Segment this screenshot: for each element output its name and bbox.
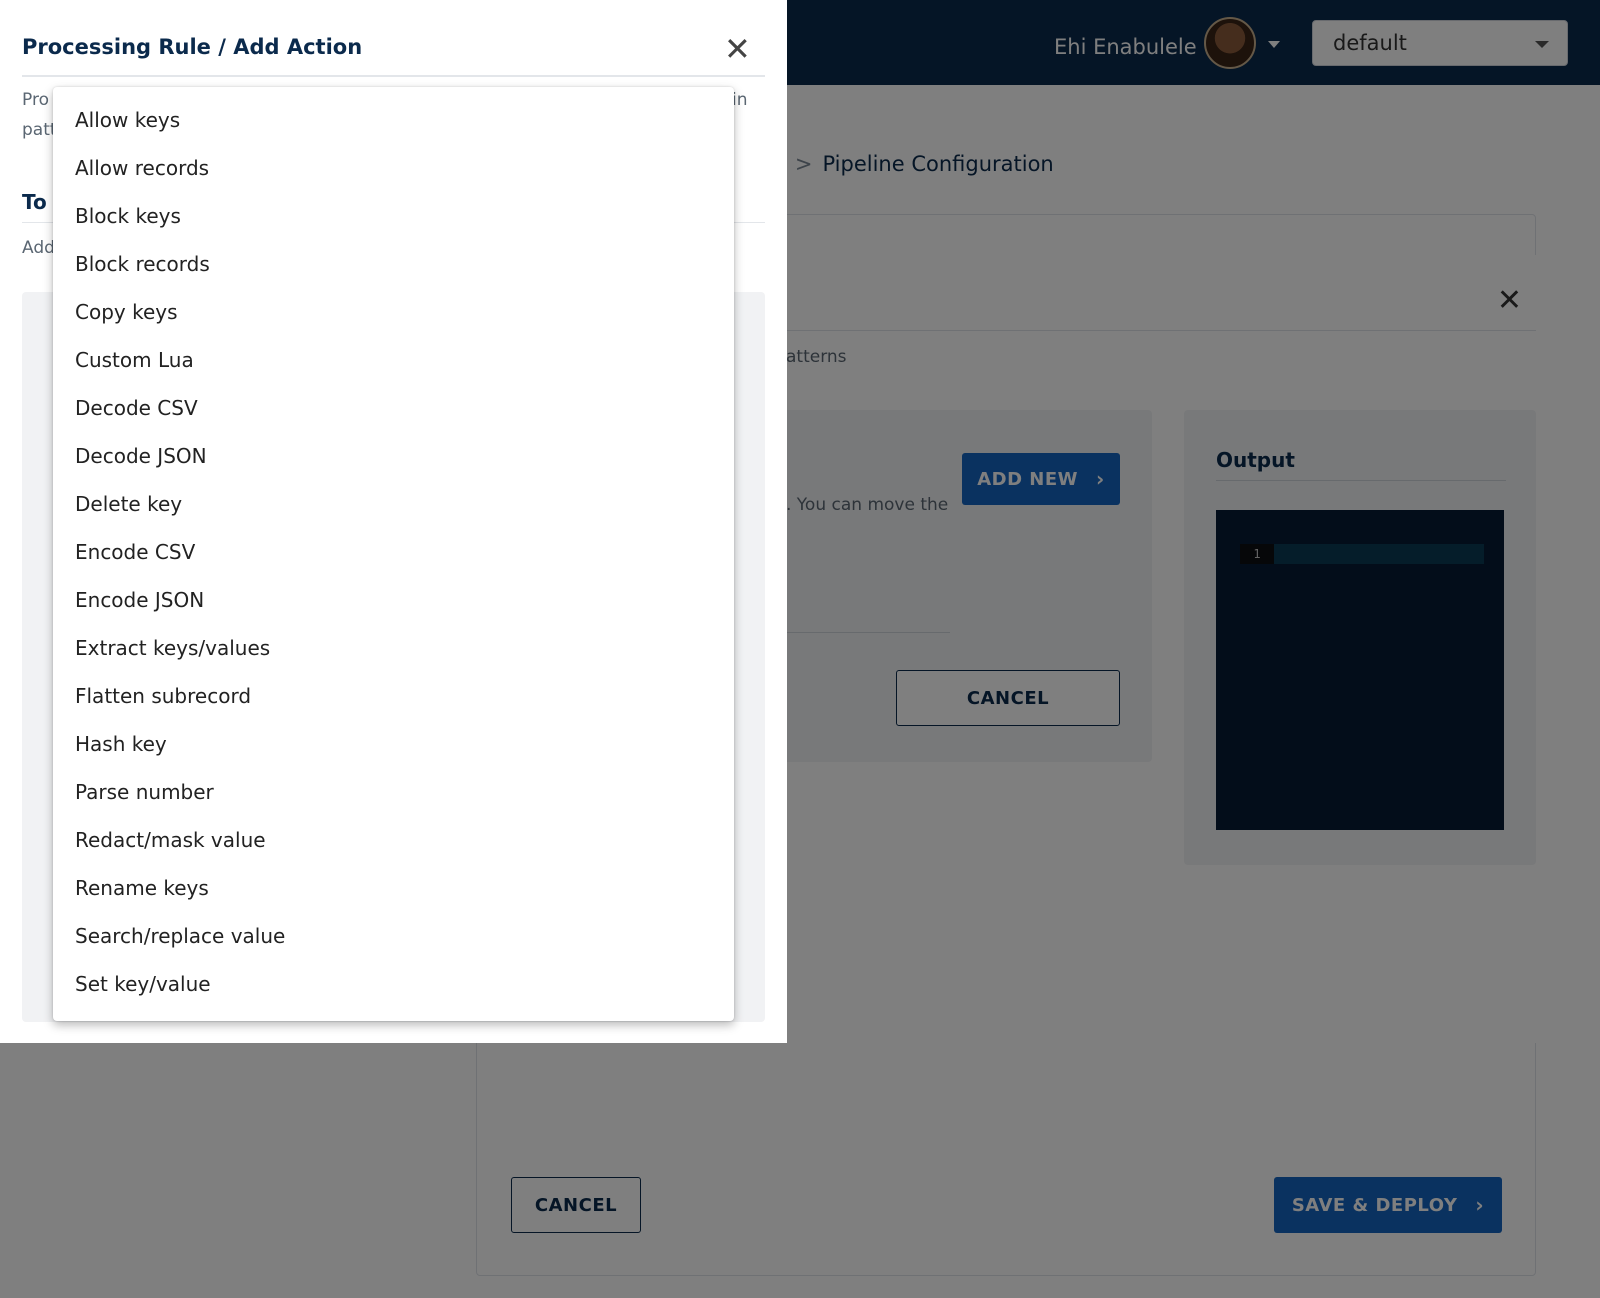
menu-item-redact-mask-value[interactable]: Redact/mask value [53,816,734,864]
menu-item-delete-key[interactable]: Delete key [53,480,734,528]
menu-item-custom-lua[interactable]: Custom Lua [53,336,734,384]
drawer-title: Processing Rule / Add Action [22,35,363,59]
menu-item-encode-json[interactable]: Encode JSON [53,576,734,624]
menu-item-decode-csv[interactable]: Decode CSV [53,384,734,432]
menu-item-rename-keys[interactable]: Rename keys [53,864,734,912]
action-type-menu: Allow keys Allow records Block keys Bloc… [53,87,734,1021]
menu-item-block-keys[interactable]: Block keys [53,192,734,240]
menu-item-extract-keys-values[interactable]: Extract keys/values [53,624,734,672]
drawer-description-line-2: patt [22,120,57,140]
menu-item-set-key-value[interactable]: Set key/value [53,960,734,1008]
menu-item-parse-number[interactable]: Parse number [53,768,734,816]
menu-item-allow-keys[interactable]: Allow keys [53,96,734,144]
menu-item-hash-key[interactable]: Hash key [53,720,734,768]
add-action-drawer: Processing Rule / Add Action ✕ Pro patt … [0,0,787,1043]
menu-item-block-records[interactable]: Block records [53,240,734,288]
menu-item-allow-records[interactable]: Allow records [53,144,734,192]
menu-item-copy-keys[interactable]: Copy keys [53,288,734,336]
drawer-description-end: in [732,90,748,110]
drawer-add-text: Add [22,238,55,258]
drawer-description-line-1: Pro [22,90,49,110]
drawer-divider [22,75,765,77]
menu-item-decode-json[interactable]: Decode JSON [53,432,734,480]
close-icon[interactable]: ✕ [724,30,751,68]
menu-item-flatten-subrecord[interactable]: Flatten subrecord [53,672,734,720]
menu-item-search-replace-value[interactable]: Search/replace value [53,912,734,960]
menu-item-encode-csv[interactable]: Encode CSV [53,528,734,576]
